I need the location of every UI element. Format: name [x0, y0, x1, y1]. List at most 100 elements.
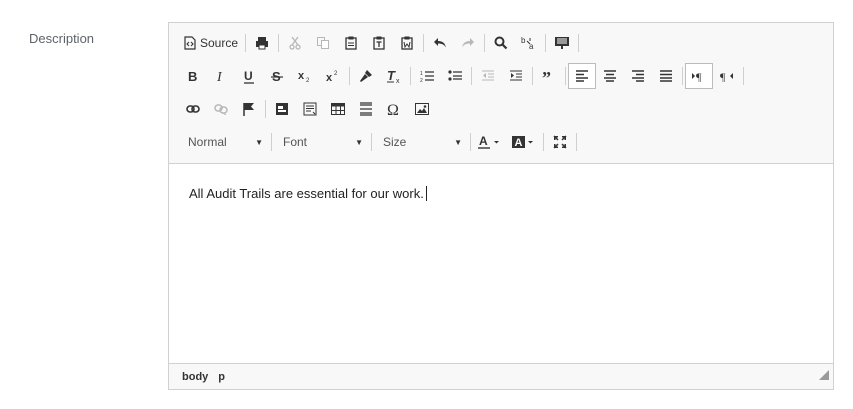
editor-content-area[interactable]: All Audit Trails are essential for our w… — [169, 164, 833, 364]
svg-text:2: 2 — [420, 78, 423, 83]
bold-button[interactable]: B — [179, 63, 207, 89]
special-char-button[interactable]: Ω — [380, 96, 408, 122]
separator — [278, 34, 280, 52]
form-icon — [276, 103, 288, 115]
background-color-button[interactable]: A — [507, 129, 541, 155]
separator — [245, 34, 247, 52]
bulleted-list-icon — [448, 70, 462, 81]
strike-button[interactable]: S — [263, 63, 291, 89]
format-combo-value: Normal — [188, 135, 227, 149]
svg-text:2: 2 — [334, 71, 338, 77]
remove-format-icon: Tx — [387, 69, 400, 83]
print-button[interactable] — [248, 30, 276, 56]
svg-text:I: I — [216, 70, 223, 83]
align-left-button[interactable] — [568, 63, 596, 89]
size-combo[interactable]: Size ▼ — [374, 129, 468, 155]
anchor-button[interactable] — [235, 96, 263, 122]
svg-text:x: x — [396, 78, 400, 83]
text-color-button[interactable]: A — [473, 129, 507, 155]
horizontal-rule-button[interactable] — [352, 96, 380, 122]
svg-text:1: 1 — [420, 71, 423, 77]
element-path-item[interactable]: body — [182, 371, 208, 383]
maximize-button[interactable] — [546, 129, 574, 155]
redo-button[interactable] — [454, 30, 482, 56]
unlink-button[interactable] — [207, 96, 235, 122]
rtl-button[interactable]: ¶ — [713, 63, 741, 89]
maximize-icon — [553, 135, 567, 149]
replace-button[interactable]: ba — [515, 30, 543, 56]
align-left-icon — [576, 70, 588, 82]
bulleted-list-button[interactable] — [441, 63, 469, 89]
paste-button[interactable] — [337, 30, 365, 56]
anchor-icon — [243, 103, 254, 116]
italic-button[interactable]: I — [207, 63, 235, 89]
cut-button[interactable] — [281, 30, 309, 56]
superscript-button[interactable]: x2 — [319, 63, 347, 89]
separator — [271, 133, 272, 151]
separator — [743, 67, 744, 85]
indent-icon — [510, 70, 522, 81]
resize-handle[interactable] — [819, 367, 829, 385]
separator — [349, 67, 350, 85]
justify-icon — [660, 70, 672, 82]
separator — [471, 67, 472, 85]
svg-text:B: B — [188, 69, 197, 83]
description-label: Description — [29, 31, 95, 46]
paste-word-icon — [401, 36, 413, 50]
separator — [410, 67, 411, 85]
ltr-button[interactable]: ¶ — [685, 63, 713, 89]
text-caret — [425, 186, 427, 201]
editor-statusbar: body p — [169, 363, 833, 389]
italic-icon: I — [216, 70, 223, 83]
justify-button[interactable] — [652, 63, 680, 89]
svg-text:A: A — [515, 137, 523, 149]
align-center-button[interactable] — [596, 63, 624, 89]
table-button[interactable] — [324, 96, 352, 122]
outdent-button[interactable] — [474, 63, 502, 89]
textarea-button[interactable] — [296, 96, 324, 122]
font-combo[interactable]: Font ▼ — [274, 129, 369, 155]
paste-word-button[interactable] — [393, 30, 421, 56]
strike-icon: S — [271, 69, 283, 83]
format-combo[interactable]: Normal ▼ — [179, 129, 269, 155]
separator — [565, 67, 566, 85]
copy-button[interactable] — [309, 30, 337, 56]
underline-button[interactable]: U — [235, 63, 263, 89]
separator — [576, 133, 577, 151]
align-center-icon — [604, 70, 616, 82]
image-button[interactable] — [408, 96, 436, 122]
blockquote-button[interactable]: ” — [535, 63, 563, 89]
copy-icon — [317, 37, 330, 49]
subscript-button[interactable]: x2 — [291, 63, 319, 89]
source-label: Source — [200, 36, 239, 50]
separator — [532, 67, 533, 85]
templates-button[interactable] — [548, 30, 576, 56]
svg-text:T: T — [387, 69, 396, 83]
paste-text-button[interactable] — [365, 30, 393, 56]
remove-format-button[interactable]: Tx — [380, 63, 408, 89]
align-right-button[interactable] — [624, 63, 652, 89]
blockquote-icon: ” — [542, 70, 551, 82]
separator — [682, 67, 683, 85]
separator — [484, 34, 486, 52]
indent-button[interactable] — [502, 63, 530, 89]
separator — [371, 133, 372, 151]
undo-button[interactable] — [426, 30, 454, 56]
form-button[interactable] — [268, 96, 296, 122]
textarea-icon — [303, 102, 317, 116]
find-button[interactable] — [487, 30, 515, 56]
background-color-icon: A — [512, 136, 533, 149]
svg-text:b: b — [521, 36, 526, 45]
numbered-list-button[interactable]: 12 — [413, 63, 441, 89]
link-button[interactable] — [179, 96, 207, 122]
copy-formatting-icon — [360, 70, 372, 82]
copy-formatting-button[interactable] — [352, 63, 380, 89]
unlink-icon — [214, 104, 228, 115]
source-button[interactable]: Source — [179, 30, 243, 56]
ltr-icon: ¶ — [692, 70, 702, 82]
element-path-item[interactable]: p — [218, 371, 225, 383]
svg-text:x: x — [326, 72, 333, 83]
print-icon — [256, 37, 269, 50]
separator — [265, 100, 266, 118]
svg-text:2: 2 — [306, 78, 310, 83]
